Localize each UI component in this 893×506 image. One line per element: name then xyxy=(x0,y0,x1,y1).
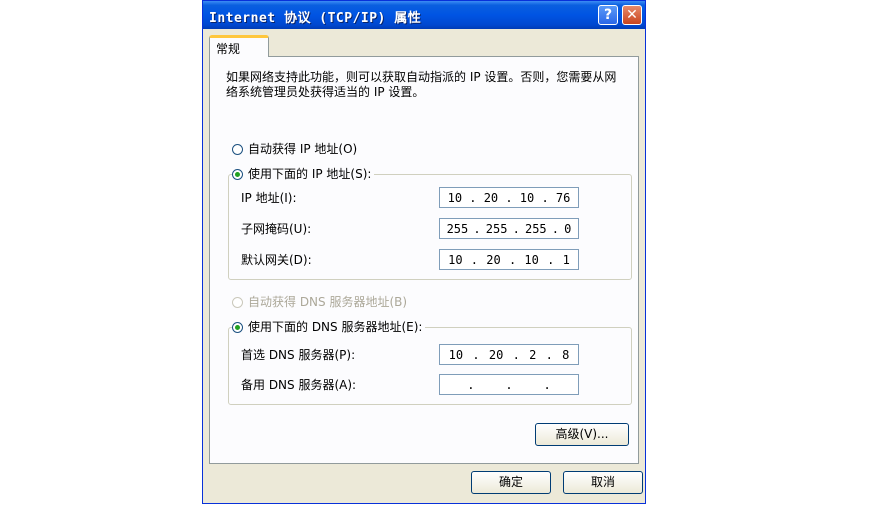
octet: 76 xyxy=(555,190,571,205)
ok-button[interactable]: 确定 xyxy=(471,471,551,494)
radio-unchecked-icon xyxy=(232,143,243,155)
preferred-dns-input[interactable]: 10. 20. 2. 8 xyxy=(439,344,579,365)
octet: 1 xyxy=(562,252,570,267)
radio-manual-ip[interactable]: 使用下面的 IP 地址(S): xyxy=(232,166,375,182)
general-panel: 如果网络支持此功能，则可以获取自动指派的 IP 设置。否则，您需要从网络系统管理… xyxy=(209,56,639,464)
octet: 0 xyxy=(564,221,572,236)
radio-checked-icon xyxy=(232,168,243,180)
ip-address-label: IP 地址(I): xyxy=(241,191,297,205)
title-bar[interactable]: Internet 协议 (TCP/IP) 属性 ? ✕ xyxy=(203,1,645,29)
radio-auto-ip[interactable]: 自动获得 IP 地址(O) xyxy=(232,141,357,157)
radio-disabled-icon xyxy=(232,296,243,308)
dns-group: 首选 DNS 服务器(P): 10. 20. 2. 8 备用 DNS 服务器(A… xyxy=(228,327,632,405)
radio-auto-dns[interactable]: 自动获得 DNS 服务器地址(B) xyxy=(232,294,407,310)
radio-auto-dns-label: 自动获得 DNS 服务器地址(B) xyxy=(248,295,408,309)
subnet-mask-label: 子网掩码(U): xyxy=(241,222,312,236)
octet: 10 xyxy=(524,252,539,267)
cancel-button[interactable]: 取消 xyxy=(563,471,643,494)
description-text: 如果网络支持此功能，则可以获取自动指派的 IP 设置。否则，您需要从网络系统管理… xyxy=(226,70,617,99)
octet: 10 xyxy=(448,252,463,267)
radio-checked-icon xyxy=(232,321,243,333)
help-button[interactable]: ? xyxy=(598,5,618,25)
octet: 20 xyxy=(488,347,504,362)
tcpip-properties-dialog: Internet 协议 (TCP/IP) 属性 ? ✕ 常规 如果网络支持此功能… xyxy=(202,0,646,504)
octet: 10 xyxy=(519,190,535,205)
default-gateway-input[interactable]: 10. 20. 10. 1 xyxy=(439,249,579,270)
octet: 20 xyxy=(486,252,501,267)
radio-manual-ip-label: 使用下面的 IP 地址(S): xyxy=(248,167,372,181)
subnet-mask-input[interactable]: 255. 255. 255. 0 xyxy=(439,218,579,239)
ip-group: IP 地址(I): 10. 20. 10. 76 子网掩码(U): 255. 2… xyxy=(228,174,632,280)
octet: 2 xyxy=(529,347,537,362)
advanced-button[interactable]: 高级(V)... xyxy=(535,423,629,446)
alternate-dns-label: 备用 DNS 服务器(A): xyxy=(241,378,357,392)
radio-manual-dns[interactable]: 使用下面的 DNS 服务器地址(E): xyxy=(232,319,426,335)
octet: 10 xyxy=(447,190,463,205)
preferred-dns-label: 首选 DNS 服务器(P): xyxy=(241,348,356,362)
radio-auto-ip-label: 自动获得 IP 地址(O) xyxy=(248,142,358,156)
default-gateway-label: 默认网关(D): xyxy=(241,253,312,267)
octet: 255 xyxy=(446,221,469,236)
close-button[interactable]: ✕ xyxy=(622,5,642,25)
window-title: Internet 协议 (TCP/IP) 属性 xyxy=(209,11,422,26)
tab-general[interactable]: 常规 xyxy=(209,35,269,57)
octet: 10 xyxy=(448,347,464,362)
octet: 8 xyxy=(562,347,570,362)
octet: 20 xyxy=(483,190,499,205)
tab-strip: 常规 xyxy=(209,35,639,57)
ip-address-input[interactable]: 10. 20. 10. 76 xyxy=(439,187,579,208)
alternate-dns-input[interactable]: . . . xyxy=(439,374,579,395)
octet: 255 xyxy=(524,221,547,236)
radio-manual-dns-label: 使用下面的 DNS 服务器地址(E): xyxy=(248,320,423,334)
octet: 255 xyxy=(485,221,508,236)
